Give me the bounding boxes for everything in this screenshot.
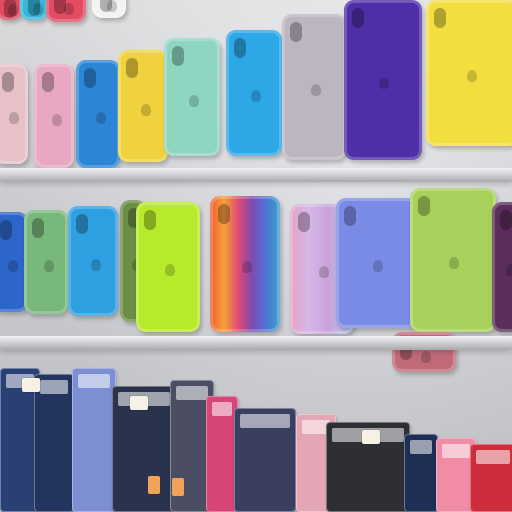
case-mid-5 xyxy=(136,202,200,332)
bag-10 xyxy=(404,434,438,512)
case-header-2 xyxy=(20,0,48,20)
case-header-4 xyxy=(92,0,126,18)
case-top-5 xyxy=(164,38,220,156)
phone-case-display-photo xyxy=(0,0,512,512)
case-mid-9 xyxy=(410,188,496,332)
bag-7 xyxy=(234,408,296,512)
case-top-1 xyxy=(0,64,28,164)
case-mid-6 xyxy=(210,196,280,332)
case-header-1 xyxy=(0,0,22,20)
case-mid-2 xyxy=(24,210,68,314)
orange-sticker-1 xyxy=(148,476,160,494)
case-top-8 xyxy=(344,0,422,160)
top-shelf xyxy=(0,0,512,182)
packaged-cases-row xyxy=(0,338,512,512)
price-tag-2 xyxy=(130,396,148,410)
case-header-3 xyxy=(46,0,86,22)
middle-shelf xyxy=(0,182,512,372)
bag-12 xyxy=(470,444,512,512)
bag-3 xyxy=(72,368,116,512)
case-top-7 xyxy=(282,14,346,160)
case-top-9 xyxy=(426,0,512,146)
price-tag-3 xyxy=(362,430,380,444)
case-top-2 xyxy=(34,64,74,168)
case-top-6 xyxy=(226,30,282,156)
orange-sticker-2 xyxy=(172,478,184,496)
top-rail xyxy=(0,168,512,182)
case-mid-3 xyxy=(68,206,118,316)
price-tag-1 xyxy=(22,378,40,392)
case-mid-8 xyxy=(336,198,418,328)
case-top-4 xyxy=(118,50,168,162)
bag-2 xyxy=(34,374,74,512)
case-top-3 xyxy=(76,60,120,168)
case-mid-10 xyxy=(492,202,512,332)
